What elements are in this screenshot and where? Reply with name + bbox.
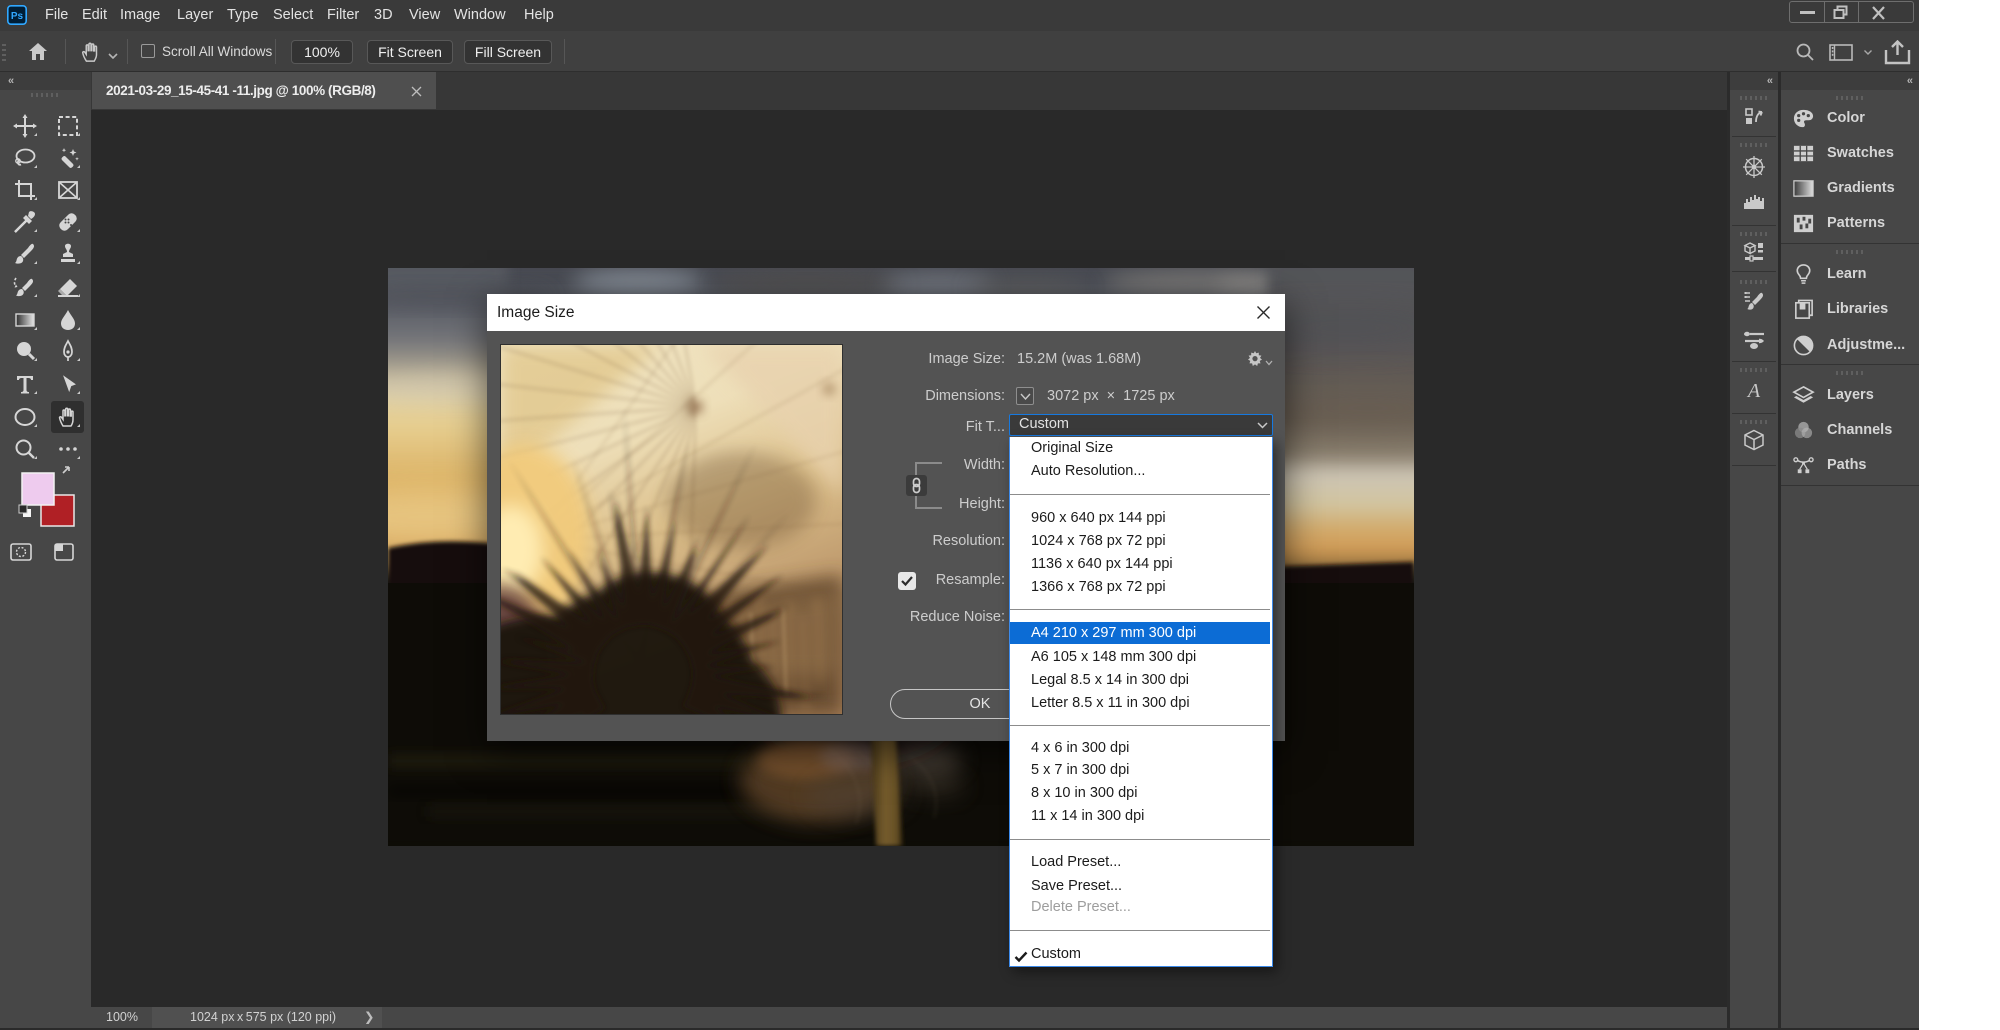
- svg-text:Ps: Ps: [11, 11, 24, 22]
- svg-text:A: A: [1746, 380, 1761, 402]
